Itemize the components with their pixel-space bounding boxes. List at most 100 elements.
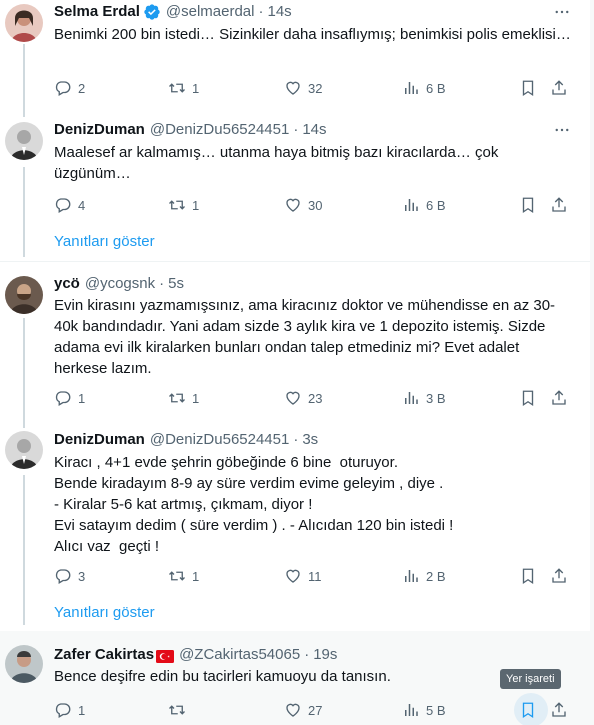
display-name[interactable]: Selma Erdal	[54, 2, 140, 22]
share-icon	[552, 568, 566, 583]
share-button[interactable]	[550, 698, 574, 722]
handle[interactable]: @ZCakirtas54065	[179, 645, 300, 665]
views-button[interactable]: 2 B	[402, 564, 446, 588]
reply-button[interactable]: 3	[54, 564, 85, 588]
share-icon	[552, 80, 566, 95]
display-name[interactable]: Zafer Cakirtas	[54, 645, 154, 665]
avatar[interactable]	[5, 431, 43, 469]
views-button[interactable]: 3 B	[402, 386, 446, 410]
bookmark-button[interactable]	[519, 564, 543, 588]
avatar[interactable]	[5, 645, 43, 683]
reply-count: 2	[78, 80, 86, 96]
reply-button[interactable]: 1	[54, 386, 85, 410]
verified-badge-icon	[143, 3, 161, 21]
retweet-button[interactable]: 1	[168, 76, 199, 100]
separator-dot: ·	[304, 646, 310, 663]
reply-icon	[55, 391, 71, 406]
like-button[interactable]: 30	[284, 193, 322, 217]
like-button[interactable]: 27	[284, 698, 322, 722]
retweet-button[interactable]: 1	[168, 386, 199, 410]
reply-button[interactable]: 2	[54, 76, 85, 100]
like-count: 30	[308, 197, 323, 213]
bookmark-icon	[522, 390, 534, 407]
avatar[interactable]	[5, 122, 43, 160]
turkey-flag-icon	[156, 649, 175, 663]
thread-line	[23, 44, 25, 117]
more-icon[interactable]	[550, 0, 574, 24]
separator-dot: ·	[159, 275, 165, 292]
retweet-count: 1	[192, 568, 200, 584]
heart-icon	[286, 198, 300, 212]
display-name[interactable]: DenizDuman	[54, 430, 145, 450]
tweet-actions: 1 27 5 B	[54, 698, 574, 722]
avatar[interactable]	[5, 4, 43, 42]
timestamp[interactable]: 14s	[302, 120, 326, 140]
view-count: 6 B	[426, 197, 446, 213]
heart-icon	[286, 81, 300, 95]
handle[interactable]: @DenizDu56524451	[150, 120, 290, 140]
reply-button[interactable]: 4	[54, 193, 85, 217]
bookmark-icon	[522, 568, 534, 585]
views-button[interactable]: 6 B	[402, 76, 446, 100]
retweet-button[interactable]	[168, 698, 192, 722]
view-count: 5 B	[426, 702, 446, 718]
bookmark-button[interactable]	[519, 193, 543, 217]
views-button[interactable]: 6 B	[402, 193, 446, 217]
bookmark-button[interactable]	[519, 386, 543, 410]
show-replies-link[interactable]: Yanıtları göster	[54, 603, 155, 623]
handle[interactable]: @DenizDu56524451	[150, 430, 290, 450]
display-name[interactable]: ycö	[54, 274, 80, 294]
separator-dot: ·	[258, 3, 264, 20]
retweet-icon	[169, 705, 185, 715]
retweet-button[interactable]: 1	[168, 564, 199, 588]
view-count: 6 B	[426, 80, 446, 96]
tweet-actions: 3 1 11 2 B	[54, 564, 574, 588]
avatar[interactable]	[5, 276, 43, 314]
separator-dot: ·	[293, 121, 299, 138]
handle[interactable]: @selmaerdal	[166, 2, 255, 22]
heart-icon	[286, 569, 300, 583]
retweet-icon	[169, 83, 185, 93]
separator-dot: ·	[293, 431, 299, 448]
bookmark-button[interactable]	[519, 76, 543, 100]
show-replies-link[interactable]: Yanıtları göster	[54, 232, 155, 252]
share-button[interactable]	[550, 564, 574, 588]
like-button[interactable]: 32	[284, 76, 322, 100]
like-count: 32	[308, 80, 323, 96]
retweet-button[interactable]: 1	[168, 193, 199, 217]
tweet-header: Zafer Cakirtas @ZCakirtas54065 · 19s	[54, 645, 337, 665]
display-name[interactable]: DenizDuman	[54, 120, 145, 140]
share-button[interactable]	[550, 386, 574, 410]
like-count: 11	[308, 568, 322, 584]
thread-line	[23, 318, 25, 428]
like-button[interactable]: 23	[284, 386, 322, 410]
handle[interactable]: @ycogsnk	[85, 274, 155, 294]
more-icon[interactable]	[550, 118, 574, 142]
share-icon	[552, 197, 566, 212]
retweet-icon	[169, 393, 185, 403]
tweet-text: Bence deşifre edin bu tacirleri kamuoyu …	[54, 668, 391, 685]
bookmark-icon	[522, 702, 534, 719]
reply-icon	[55, 81, 71, 96]
reply-count: 1	[78, 702, 86, 718]
tweet-header: ycö @ycogsnk · 5s	[54, 274, 184, 294]
like-count: 27	[308, 702, 323, 718]
heart-icon	[286, 391, 300, 405]
timestamp[interactable]: 5s	[168, 274, 184, 294]
scrollbar[interactable]	[590, 0, 594, 725]
bookmark-button[interactable]	[519, 698, 543, 722]
retweet-icon	[169, 200, 185, 210]
timestamp[interactable]: 19s	[313, 645, 337, 665]
thread-line	[23, 475, 25, 625]
timestamp[interactable]: 3s	[302, 430, 318, 450]
timestamp[interactable]: 14s	[267, 2, 291, 22]
like-button[interactable]: 11	[284, 564, 322, 588]
views-button[interactable]: 5 B	[402, 698, 446, 722]
divider	[0, 261, 590, 262]
tweet-text: Kiracı , 4+1 evde şehrin göbeğinde 6 bin…	[54, 454, 454, 555]
share-button[interactable]	[550, 193, 574, 217]
share-button[interactable]	[550, 76, 574, 100]
tweet-actions: 4 1 30 6 B	[54, 193, 574, 217]
reply-button[interactable]: 1	[54, 698, 85, 722]
views-icon	[405, 392, 418, 404]
